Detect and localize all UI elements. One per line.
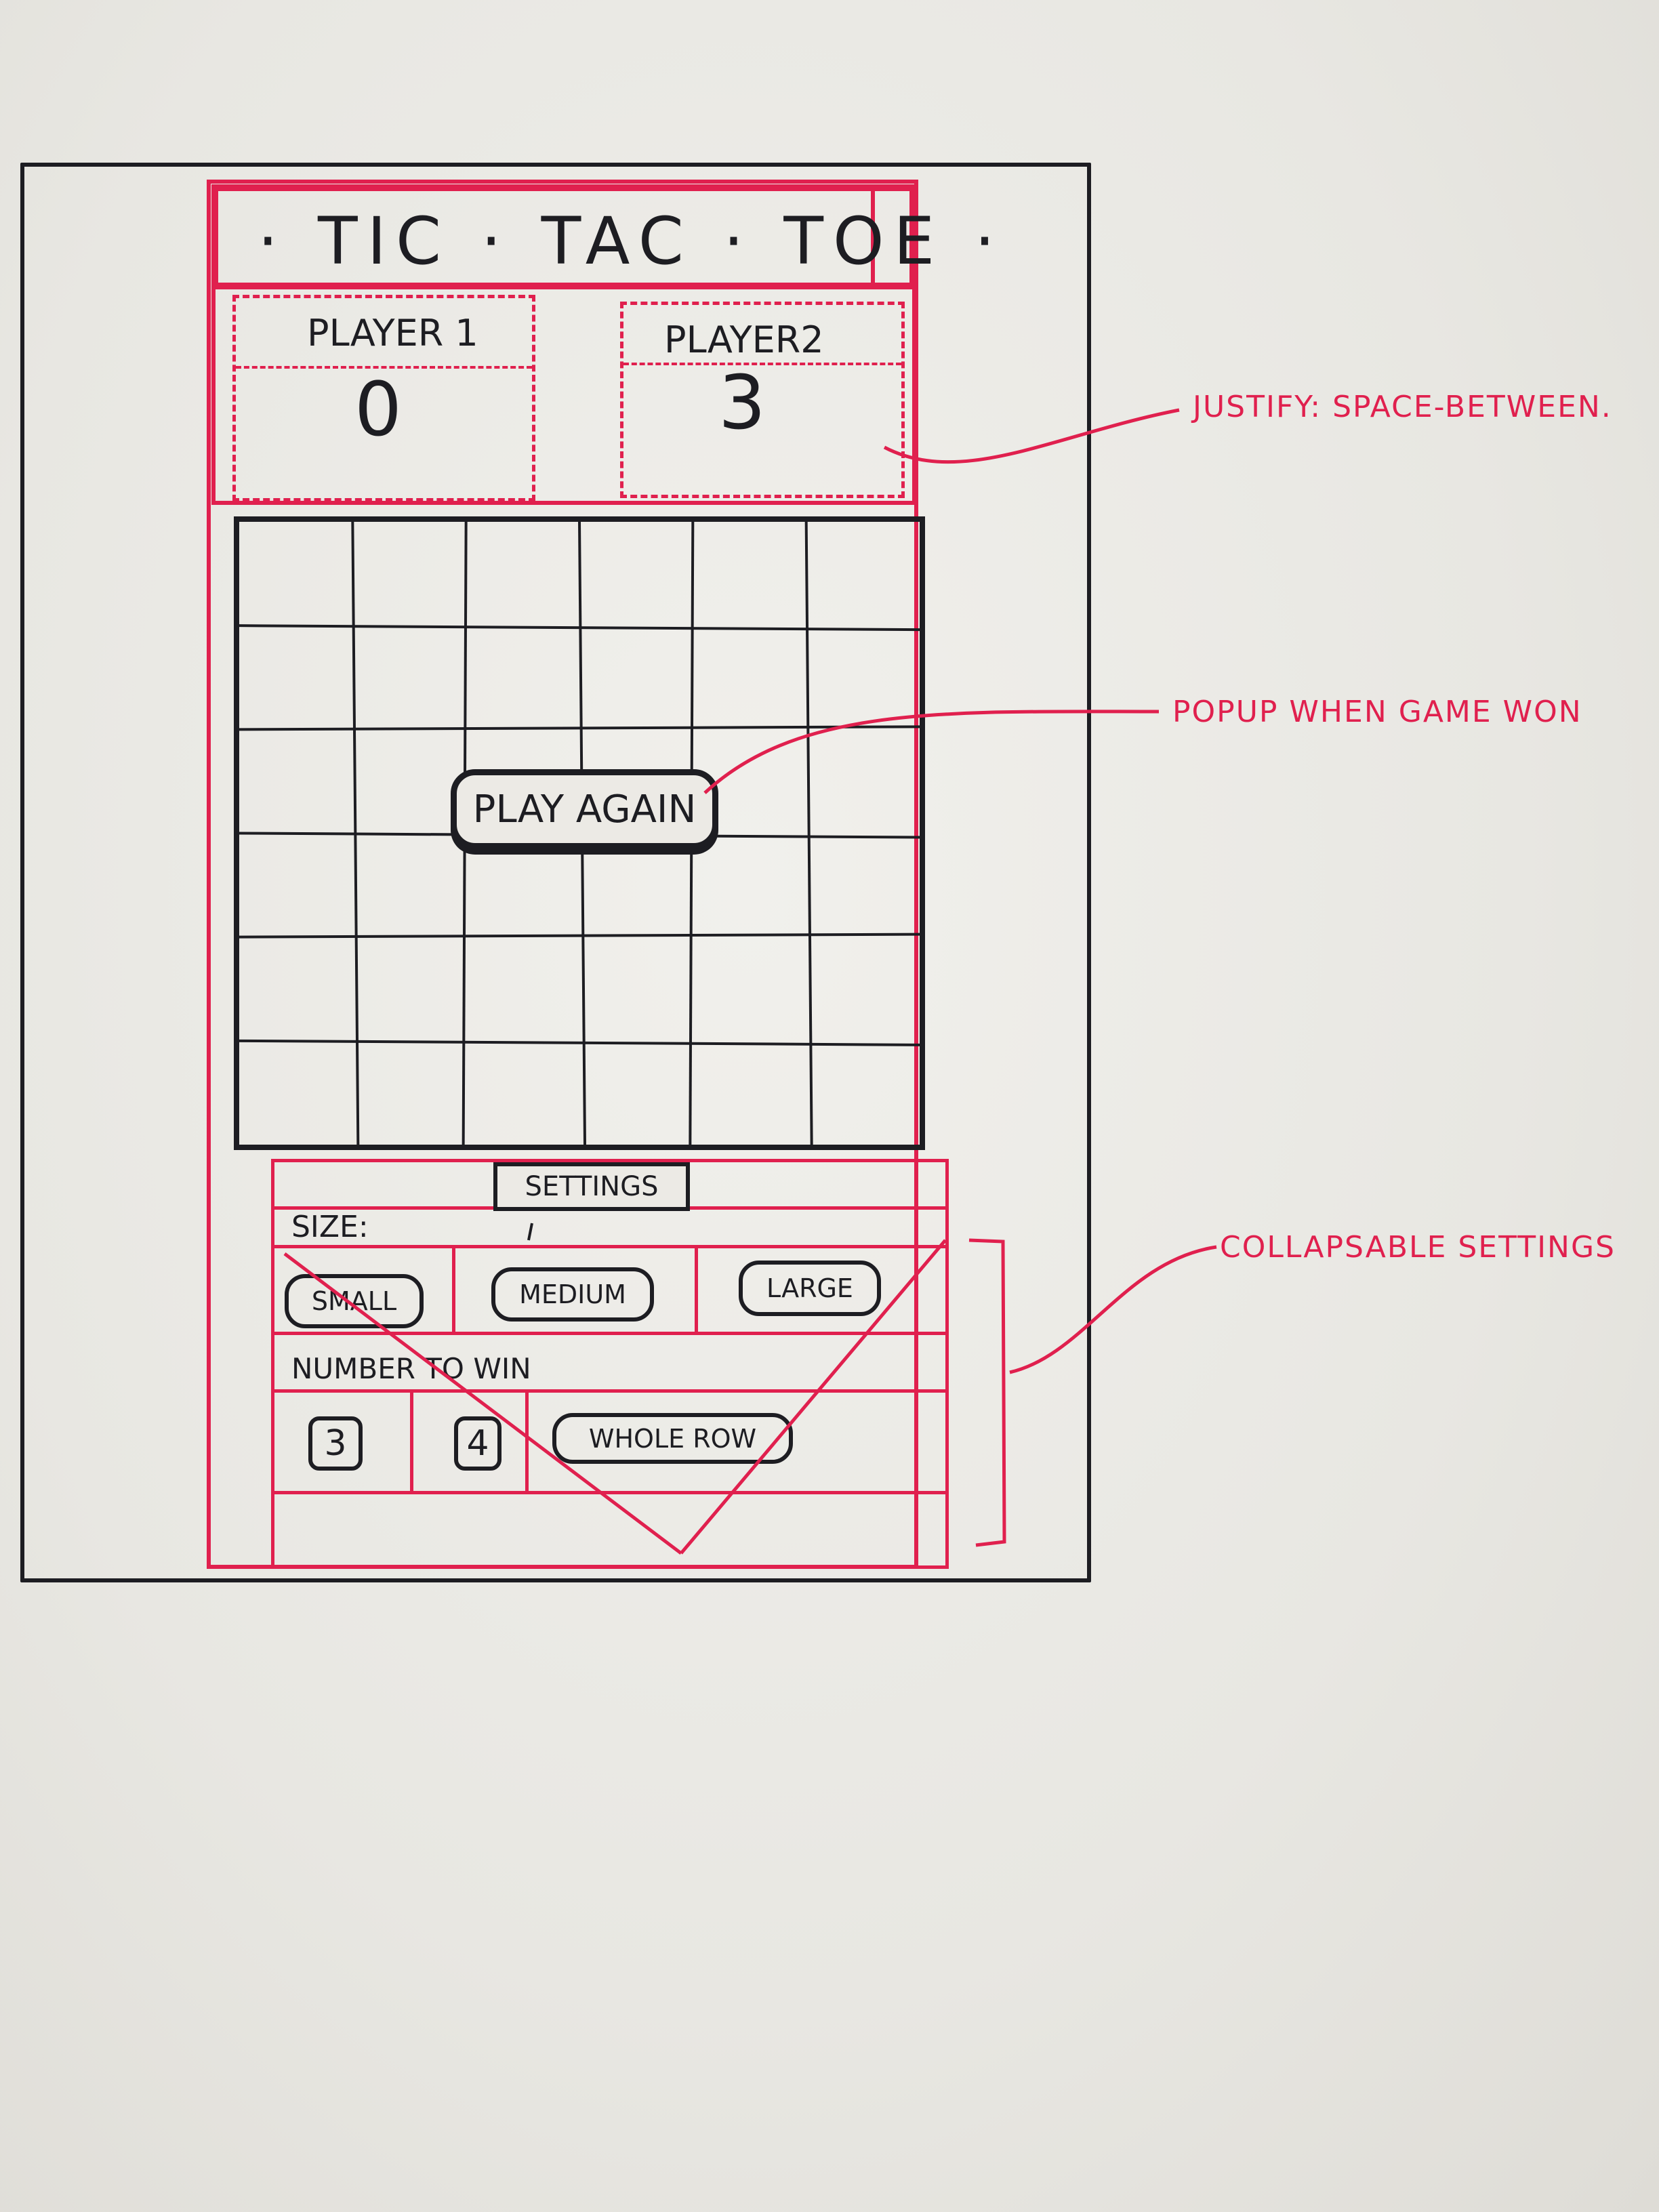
collapsible-bracket: [968, 1238, 1006, 1547]
annotation-justify: JUSTIFY: SPACE-BETWEEN.: [1193, 390, 1612, 424]
annotation-popup: POPUP WHEN GAME WON: [1172, 695, 1582, 729]
annotation-arrow-popup: [703, 710, 1160, 794]
settings-toggle-button[interactable]: SETTINGS: [493, 1162, 690, 1211]
annotation-arrow-collapsible: [1009, 1245, 1217, 1374]
collapse-indicator-line: [283, 1252, 682, 1555]
annotation-collapsible: COLLAPSABLE SETTINGS: [1220, 1230, 1616, 1265]
annotation-overlay: [283, 408, 1217, 1555]
annotation-arrow-justify: [883, 408, 1180, 464]
caret-icon: [527, 1223, 533, 1241]
collapse-indicator-line: [680, 1239, 947, 1555]
